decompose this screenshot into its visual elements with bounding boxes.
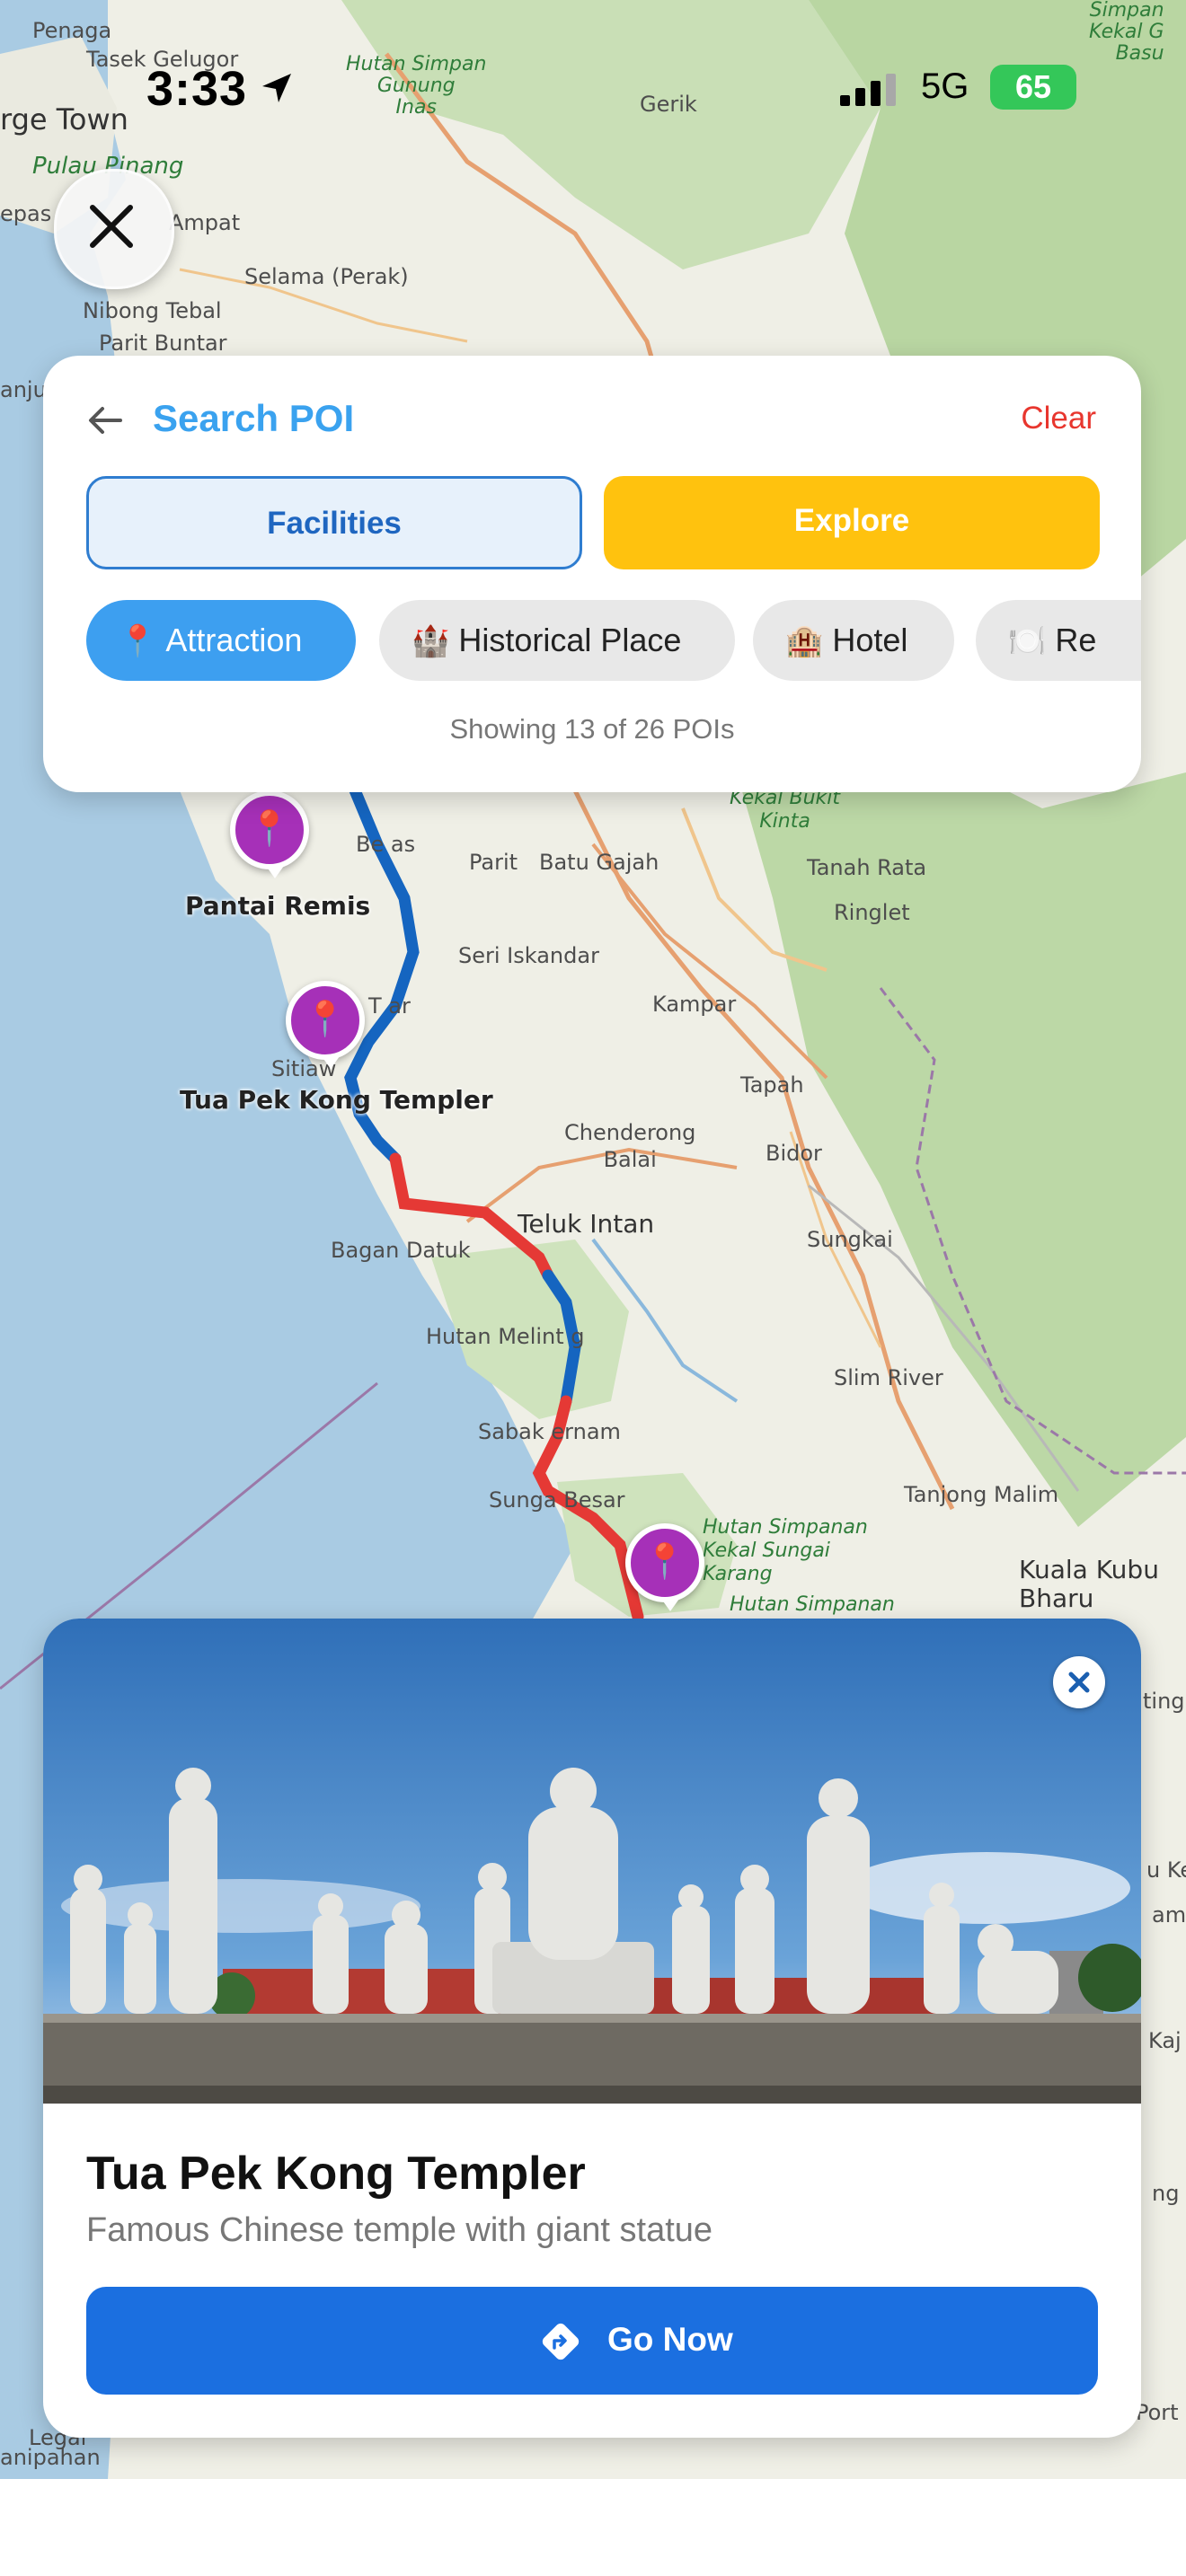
status-bar: 3:33 5G 65	[0, 54, 1186, 117]
search-poi-card: Search POI Clear Facilities Explore 📍 Att…	[43, 356, 1141, 792]
poi-label-tua-pek-kong: Tua Pek Kong Templer	[180, 1085, 493, 1115]
map-label-bemas: Be as	[356, 832, 416, 857]
map-label-tawar: T ar	[368, 993, 411, 1019]
map-pin-icon: 📍	[643, 1543, 686, 1581]
chip-historical-place[interactable]: 🏰 Historical Place	[379, 600, 735, 681]
tab-facilities[interactable]: Facilities	[86, 476, 582, 569]
map-label-anipanan: anipahan	[0, 2445, 101, 2470]
map-label-bidor: Bidor	[766, 1141, 822, 1166]
map-label-parit: Parit	[469, 850, 518, 875]
map-label-ampat: Ampat	[169, 210, 241, 235]
network-type: 5G	[921, 66, 969, 106]
map-label-kuala-kubu: Kuala Kubu Bharu	[1019, 1555, 1159, 1613]
poi-pin-3[interactable]: 📍	[625, 1523, 704, 1611]
close-map-button[interactable]	[54, 169, 174, 289]
hotel-icon: 🏨	[785, 624, 824, 658]
tab-explore[interactable]: Explore	[604, 476, 1100, 569]
map-label-tapah: Tapah	[740, 1072, 804, 1098]
pin-icon: 📍	[119, 624, 157, 658]
poi-count: Showing 13 of 26 POIs	[449, 713, 735, 745]
close-icon	[90, 205, 133, 248]
go-now-button[interactable]: Go Now	[86, 2287, 1098, 2395]
map-label-hutan-simpanan-2: Hutan Simpanan	[730, 1593, 895, 1616]
status-time: 3:33	[146, 62, 248, 116]
clear-button[interactable]: Clear	[1021, 401, 1096, 437]
map-label-hutan-simpanan: Hutan Simpanan Kekal Sungai Karang	[703, 1516, 868, 1585]
map-label-ng: ng	[1152, 2181, 1180, 2206]
chip-attraction[interactable]: 📍 Attraction	[86, 600, 356, 681]
map-label-bagan-datuk: Bagan Datuk	[331, 1238, 471, 1263]
poi-detail-card: Tua Pek Kong Templer Famous Chinese temp…	[43, 1619, 1141, 2438]
map-label-batu-gajah: Batu Gajah	[539, 850, 659, 875]
map-label-teluk-intan: Teluk Intan	[518, 1209, 655, 1239]
dining-icon: 🍽️	[1008, 624, 1047, 658]
close-detail-button[interactable]	[1053, 1656, 1105, 1708]
map-label-tanjong-malim: Tanjong Malim	[904, 1482, 1059, 1507]
poi-label-pantai-remis: Pantai Remis	[185, 891, 371, 921]
map-label-epas: epas	[0, 201, 52, 226]
map-pin-icon: 📍	[304, 1001, 347, 1038]
poi-title: Tua Pek Kong Templer	[86, 2148, 586, 2200]
category-chips: 📍 Attraction 🏰 Historical Place 🏨 Hotel 🍽️ R…	[86, 600, 1141, 683]
chip-label: Hotel	[832, 622, 908, 658]
directions-icon	[542, 2323, 580, 2360]
map-label-sungkai: Sungkai	[807, 1227, 893, 1252]
map-label-sabak-bernam: Sabak ernam	[478, 1419, 621, 1444]
map-label-amp: amp	[1152, 1902, 1186, 1928]
battery-level: 65	[1014, 68, 1052, 105]
map-label-slim-river: Slim River	[834, 1365, 943, 1390]
search-poi-title: Search POI	[153, 397, 355, 439]
map-label-kaj: Kaj	[1148, 2028, 1182, 2053]
map-label-chenderong-balai: Chenderong Balai	[564, 1120, 696, 1172]
go-now-label: Go Now	[607, 2321, 733, 2358]
location-arrow-icon	[262, 74, 291, 102]
map-label-kampar: Kampar	[652, 992, 737, 1017]
map-pin-icon: 📍	[248, 810, 291, 848]
map-label-u-ke: u Ke	[1146, 1857, 1186, 1883]
map-label-port: Port	[1136, 2400, 1179, 2425]
chip-label: Re	[1055, 622, 1097, 658]
map-label-selama: Selama (Perak)	[244, 264, 409, 289]
chip-restaurant[interactable]: 🍽️ Re	[976, 600, 1141, 681]
poi-pin-tua-pek-kong[interactable]: 📍	[286, 981, 365, 1069]
battery-icon: 65	[990, 65, 1076, 110]
close-icon	[1068, 1672, 1090, 1693]
map-label-hutan-melintang: Hutan Melint g	[426, 1324, 585, 1349]
map-label-penaga: Penaga	[32, 18, 112, 43]
map-label-sungai-besar: Sunga Besar	[489, 1487, 625, 1513]
poi-pin-pantai-remis[interactable]: 📍	[230, 790, 309, 878]
castle-icon: 🏰	[412, 624, 450, 658]
poi-description: Famous Chinese temple with giant statue	[86, 2211, 713, 2249]
chip-label: Attraction	[165, 622, 303, 658]
chip-hotel[interactable]: 🏨 Hotel	[753, 600, 954, 681]
map-label-ringlet: Ringlet	[834, 900, 910, 925]
map-label-ting: ting	[1143, 1689, 1185, 1714]
poi-photo	[43, 1619, 1141, 2104]
map-label-kekal-bukit-kinta: Kekal Bukit Kinta	[730, 787, 841, 833]
signal-icon	[840, 74, 896, 106]
back-arrow-icon[interactable]	[86, 401, 126, 440]
chip-label: Historical Place	[458, 622, 682, 658]
map-label-seri-iskandar: Seri Iskandar	[458, 943, 599, 968]
map-label-nibong-tebal: Nibong Tebal	[83, 298, 222, 323]
map-label-tanah-rata: Tanah Rata	[807, 855, 927, 880]
map-label-parit-buntar: Parit Buntar	[99, 331, 227, 356]
